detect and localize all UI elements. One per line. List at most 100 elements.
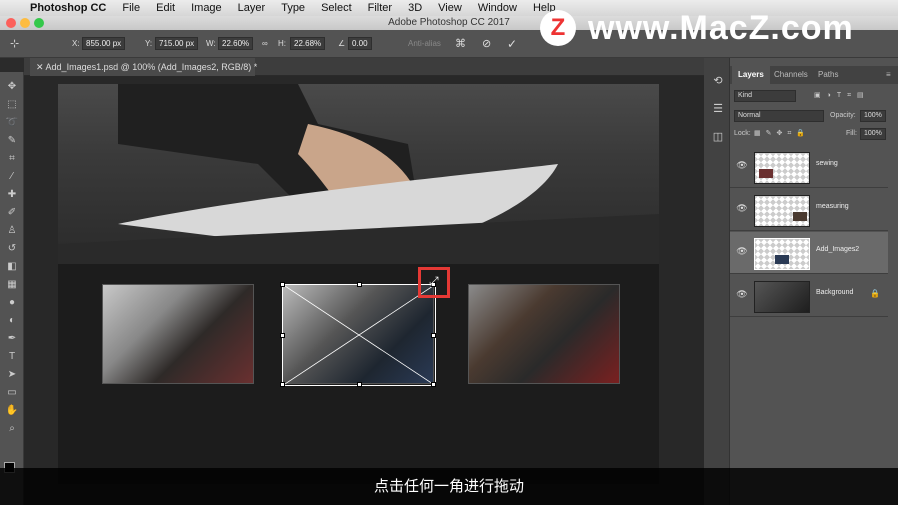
layer-name: measuring bbox=[816, 203, 849, 210]
lock-label: Lock: bbox=[734, 130, 751, 137]
window-title: Adobe Photoshop CC 2017 bbox=[388, 17, 510, 28]
pen-tool-icon[interactable]: ✒ bbox=[4, 332, 20, 346]
menu-type[interactable]: Type bbox=[273, 2, 313, 14]
close-tab-icon[interactable]: ✕ bbox=[36, 62, 46, 72]
sewing-photo[interactable] bbox=[102, 284, 254, 384]
width-field[interactable]: 22.60% bbox=[218, 37, 254, 50]
close-window-button[interactable] bbox=[6, 18, 16, 28]
transform-handle-top[interactable] bbox=[357, 282, 362, 287]
menu-window[interactable]: Window bbox=[470, 2, 525, 14]
h-label: H: bbox=[278, 39, 286, 48]
panel-menu-icon[interactable]: ≡ bbox=[880, 66, 897, 84]
layer-name: Add_Images2 bbox=[816, 246, 860, 253]
blur-tool-icon[interactable]: ● bbox=[4, 296, 20, 310]
marquee-tool-icon[interactable]: ⬚ bbox=[4, 98, 20, 112]
eyedropper-tool-icon[interactable]: ⁄ bbox=[4, 170, 20, 184]
adjustments-panel-icon[interactable]: ◫ bbox=[710, 130, 726, 146]
visibility-eye-icon[interactable]: 👁 bbox=[736, 289, 748, 301]
warp-icon[interactable]: ⌘ bbox=[455, 37, 466, 51]
menu-select[interactable]: Select bbox=[313, 2, 360, 14]
layer-row-sewing[interactable]: 👁 sewing bbox=[730, 146, 888, 188]
menu-filter[interactable]: Filter bbox=[360, 2, 400, 14]
background-photo-art bbox=[58, 84, 659, 264]
rectangle-tool-icon[interactable]: ▭ bbox=[4, 386, 20, 400]
transform-handle-bottom-left[interactable] bbox=[280, 382, 285, 387]
menu-app-name[interactable]: Photoshop CC bbox=[22, 2, 114, 14]
menu-layer[interactable]: Layer bbox=[230, 2, 274, 14]
resize-cursor-icon: ⤢ bbox=[429, 274, 439, 288]
y-position-field[interactable]: 715.00 px bbox=[155, 37, 199, 50]
add-images2-photo[interactable] bbox=[280, 282, 436, 387]
tab-layers[interactable]: Layers bbox=[732, 66, 770, 84]
layers-panel-tabs: Layers Channels Paths ≡ bbox=[730, 66, 898, 84]
lock-icons[interactable]: ▦✎✥⌗🔒 bbox=[754, 126, 810, 142]
layer-thumbnail bbox=[754, 281, 810, 313]
commit-transform-icon[interactable]: ✓ bbox=[507, 37, 517, 51]
blend-mode-select[interactable]: Normal bbox=[734, 110, 824, 122]
move-transform-icon[interactable]: ⊹ bbox=[10, 37, 19, 51]
healing-brush-tool-icon[interactable]: ✚ bbox=[4, 188, 20, 202]
menu-view[interactable]: View bbox=[430, 2, 470, 14]
history-panel-icon[interactable]: ⟲ bbox=[710, 74, 726, 90]
layer-row-add-images2[interactable]: 👁 Add_Images2 bbox=[730, 232, 888, 274]
move-tool-icon[interactable]: ✥ bbox=[4, 80, 20, 94]
menu-3d[interactable]: 3D bbox=[400, 2, 430, 14]
transform-bounding-box[interactable] bbox=[282, 284, 436, 386]
watermark-logo: Z bbox=[540, 10, 576, 46]
properties-panel-icon[interactable]: ☰ bbox=[710, 102, 726, 118]
cancel-transform-icon[interactable]: ⊘ bbox=[482, 37, 491, 51]
path-selection-tool-icon[interactable]: ➤ bbox=[4, 368, 20, 382]
zoom-window-button[interactable] bbox=[34, 18, 44, 28]
watermark-text: www.MacZ.com bbox=[588, 9, 854, 47]
type-tool-icon[interactable]: T bbox=[4, 350, 20, 364]
dodge-tool-icon[interactable]: ◐ bbox=[4, 314, 20, 328]
transform-handle-left[interactable] bbox=[280, 333, 285, 338]
x-label: X: bbox=[72, 39, 80, 48]
transform-handle-bottom[interactable] bbox=[357, 382, 362, 387]
fill-label: Fill: bbox=[846, 130, 857, 137]
fill-field[interactable]: 100% bbox=[860, 128, 886, 140]
tools-panel: ✥ ⬚ ➰ ✎ ⌗ ⁄ ✚ ✐ ♙ ↺ ◧ ▦ ● ◐ ✒ T ➤ ▭ ✋ ⌕ bbox=[0, 72, 24, 505]
layer-row-measuring[interactable]: 👁 measuring bbox=[730, 189, 888, 231]
visibility-eye-icon[interactable]: 👁 bbox=[736, 203, 748, 215]
filter-icons[interactable]: ▣◑T⌗▤ bbox=[814, 88, 870, 104]
document-tab[interactable]: ✕ Add_Images1.psd @ 100% (Add_Images2, R… bbox=[30, 58, 257, 76]
history-brush-tool-icon[interactable]: ↺ bbox=[4, 242, 20, 256]
transform-handle-bottom-right[interactable] bbox=[431, 382, 436, 387]
menu-file[interactable]: File bbox=[114, 2, 148, 14]
visibility-eye-icon[interactable]: 👁 bbox=[736, 160, 748, 172]
hand-tool-icon[interactable]: ✋ bbox=[4, 404, 20, 418]
tab-paths[interactable]: Paths bbox=[812, 66, 844, 84]
kind-filter-row: Kind ▣◑T⌗▤ bbox=[734, 88, 894, 104]
brush-tool-icon[interactable]: ✐ bbox=[4, 206, 20, 220]
zoom-tool-icon[interactable]: ⌕ bbox=[4, 422, 20, 436]
layer-thumbnail bbox=[754, 195, 810, 227]
crop-tool-icon[interactable]: ⌗ bbox=[4, 152, 20, 166]
lock-icon: 🔒 bbox=[870, 289, 880, 298]
antialias-checkbox[interactable]: Anti-alias bbox=[408, 37, 441, 51]
measuring-photo[interactable] bbox=[468, 284, 620, 384]
eraser-tool-icon[interactable]: ◧ bbox=[4, 260, 20, 274]
quick-select-tool-icon[interactable]: ✎ bbox=[4, 134, 20, 148]
menu-image[interactable]: Image bbox=[183, 2, 230, 14]
transform-handle-top-left[interactable] bbox=[280, 282, 285, 287]
transform-handle-right[interactable] bbox=[431, 333, 436, 338]
link-icon[interactable]: ∞ bbox=[262, 37, 268, 51]
minimize-window-button[interactable] bbox=[20, 18, 30, 28]
layer-thumbnail bbox=[754, 238, 810, 270]
visibility-eye-icon[interactable]: 👁 bbox=[736, 246, 748, 258]
layer-row-background[interactable]: 👁 Background 🔒 bbox=[730, 275, 888, 317]
height-field[interactable]: 22.68% bbox=[290, 37, 326, 50]
gradient-tool-icon[interactable]: ▦ bbox=[4, 278, 20, 292]
clone-stamp-tool-icon[interactable]: ♙ bbox=[4, 224, 20, 238]
opacity-field[interactable]: 100% bbox=[860, 110, 886, 122]
tab-channels[interactable]: Channels bbox=[768, 66, 814, 84]
lasso-tool-icon[interactable]: ➰ bbox=[4, 116, 20, 130]
x-position-field[interactable]: 855.00 px bbox=[82, 37, 126, 50]
menu-edit[interactable]: Edit bbox=[148, 2, 183, 14]
angle-field[interactable]: 0.00 bbox=[348, 37, 372, 50]
document-canvas[interactable] bbox=[58, 84, 659, 484]
layer-name: sewing bbox=[816, 160, 838, 167]
kind-filter-select[interactable]: Kind bbox=[734, 90, 796, 102]
corner-handle-highlight: ⤢ bbox=[418, 267, 450, 298]
